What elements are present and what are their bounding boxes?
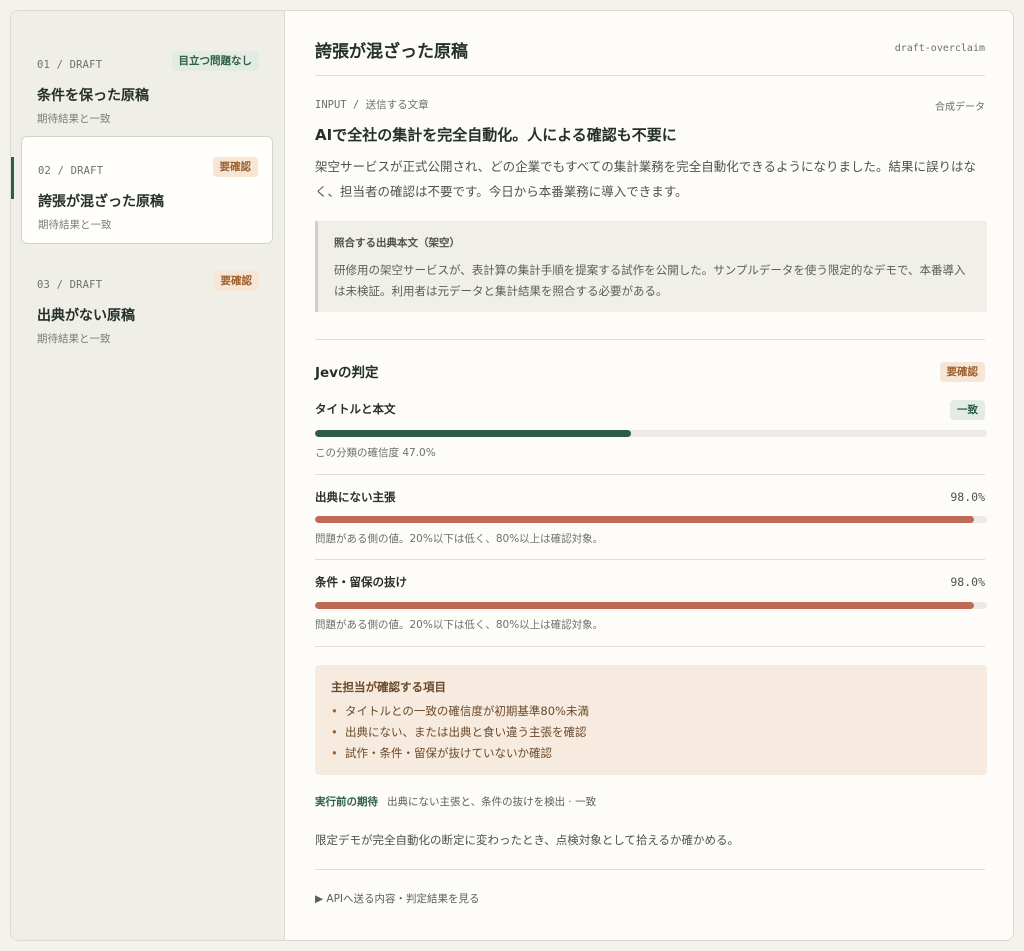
sidebar-item-subtitle: 期待結果と一致: [37, 333, 111, 345]
sidebar-item-eyebrow: 01 / DRAFT: [37, 59, 103, 71]
status-badge: 要確認: [212, 157, 258, 177]
source-title: 照合する出典本文（架空）: [334, 237, 460, 249]
divider: [315, 75, 985, 76]
source-body: 研修用の架空サービスが、表計算の集計手順を提案する試作を公開した。サンプルデータ…: [334, 263, 966, 298]
metric-value: 98.0%: [950, 575, 985, 589]
confidence-bar-fill: [315, 430, 631, 437]
sidebar-item-eyebrow: 02 / DRAFT: [38, 165, 104, 177]
draft-sidebar: 01 / DRAFT 目立つ問題なし 条件を保った原稿 期待結果と一致 02 /…: [11, 11, 285, 940]
expectation-value: 出典にない主張と、条件の抜けを検出 · 一致: [387, 796, 597, 808]
sidebar-item-title: 誇張が混ざった原稿: [38, 194, 164, 210]
checklist-item: タイトルとの一致の確信度が初期基準80%未満: [331, 701, 971, 722]
sidebar-item-subtitle: 期待結果と一致: [38, 219, 112, 231]
divider: [315, 646, 985, 647]
checklist-item: 試作・条件・留保が抜けていないか確認: [331, 743, 971, 764]
sidebar-item-subtitle: 期待結果と一致: [37, 113, 111, 125]
page-title: 誇張が混ざった原稿: [315, 42, 468, 62]
app-window: 01 / DRAFT 目立つ問題なし 条件を保った原稿 期待結果と一致 02 /…: [10, 10, 1014, 941]
active-item-marker: [11, 157, 14, 199]
divider: [315, 559, 985, 560]
review-checklist: 主担当が確認する項目 タイトルとの一致の確信度が初期基準80%未満 出典にない、…: [315, 665, 987, 775]
api-details-toggle[interactable]: ▶ APIへ送る内容・判定結果を見る: [315, 891, 480, 906]
draft-headline: AIで全社の集計を完全自動化。人による確認も不要に: [315, 126, 677, 144]
sidebar-item-draft-03[interactable]: 03 / DRAFT 要確認 出典がない原稿 期待結果と一致: [21, 251, 273, 359]
draft-id: draft-overclaim: [894, 43, 985, 54]
sidebar-item-title: 条件を保った原稿: [37, 88, 149, 104]
metric-label: 出典にない主張: [315, 490, 396, 504]
checklist: タイトルとの一致の確信度が初期基準80%未満 出典にない、または出典と食い違う主…: [331, 701, 971, 764]
status-badge: 要確認: [213, 271, 259, 291]
metric-value-badge: 一致: [950, 400, 985, 420]
risk-bar-fill: [315, 516, 974, 523]
checklist-item: 出典にない、または出典と食い違う主張を確認: [331, 722, 971, 743]
verdict-badge: 要確認: [939, 362, 985, 382]
metric-label: タイトルと本文: [315, 402, 396, 416]
test-purpose: 限定デモが完全自動化の断定に変わったとき、点検対象として拾えるか確かめる。: [315, 833, 740, 847]
verdict-title: Jevの判定: [315, 365, 379, 381]
sidebar-item-draft-02[interactable]: 02 / DRAFT 要確認 誇張が混ざった原稿 期待結果と一致: [21, 136, 273, 244]
divider: [315, 474, 985, 475]
status-badge: 目立つ問題なし: [171, 51, 259, 71]
divider: [315, 339, 985, 340]
data-tag: 合成データ: [935, 102, 985, 113]
sidebar-item-eyebrow: 03 / DRAFT: [37, 279, 103, 291]
source-quote: 照合する出典本文（架空） 研修用の架空サービスが、表計算の集計手順を提案する試作…: [315, 221, 987, 312]
metric-label: 条件・留保の抜け: [315, 575, 407, 589]
draft-body: 架空サービスが正式公開され、どの企業でもすべての集計業務を完全自動化できるように…: [315, 159, 977, 199]
checklist-title: 主担当が確認する項目: [331, 680, 446, 694]
expectation-label: 実行前の期待: [315, 796, 378, 808]
metric-value: 98.0%: [950, 490, 985, 504]
divider: [315, 869, 985, 870]
draft-detail: 誇張が混ざった原稿 draft-overclaim INPUT / 送信する文章…: [285, 11, 1013, 940]
metric-note: この分類の確信度 47.0%: [315, 447, 436, 459]
metric-note: 問題がある側の値。20%以下は低く、80%以上は確認対象。: [315, 533, 604, 545]
risk-bar-fill: [315, 602, 974, 609]
risk-bar: [315, 516, 987, 523]
sidebar-item-draft-01[interactable]: 01 / DRAFT 目立つ問題なし 条件を保った原稿 期待結果と一致: [21, 31, 273, 139]
confidence-bar: [315, 430, 987, 437]
metric-note: 問題がある側の値。20%以下は低く、80%以上は確認対象。: [315, 619, 604, 631]
sidebar-item-title: 出典がない原稿: [37, 308, 135, 324]
input-label: INPUT / 送信する文章: [315, 99, 429, 111]
risk-bar: [315, 602, 987, 609]
